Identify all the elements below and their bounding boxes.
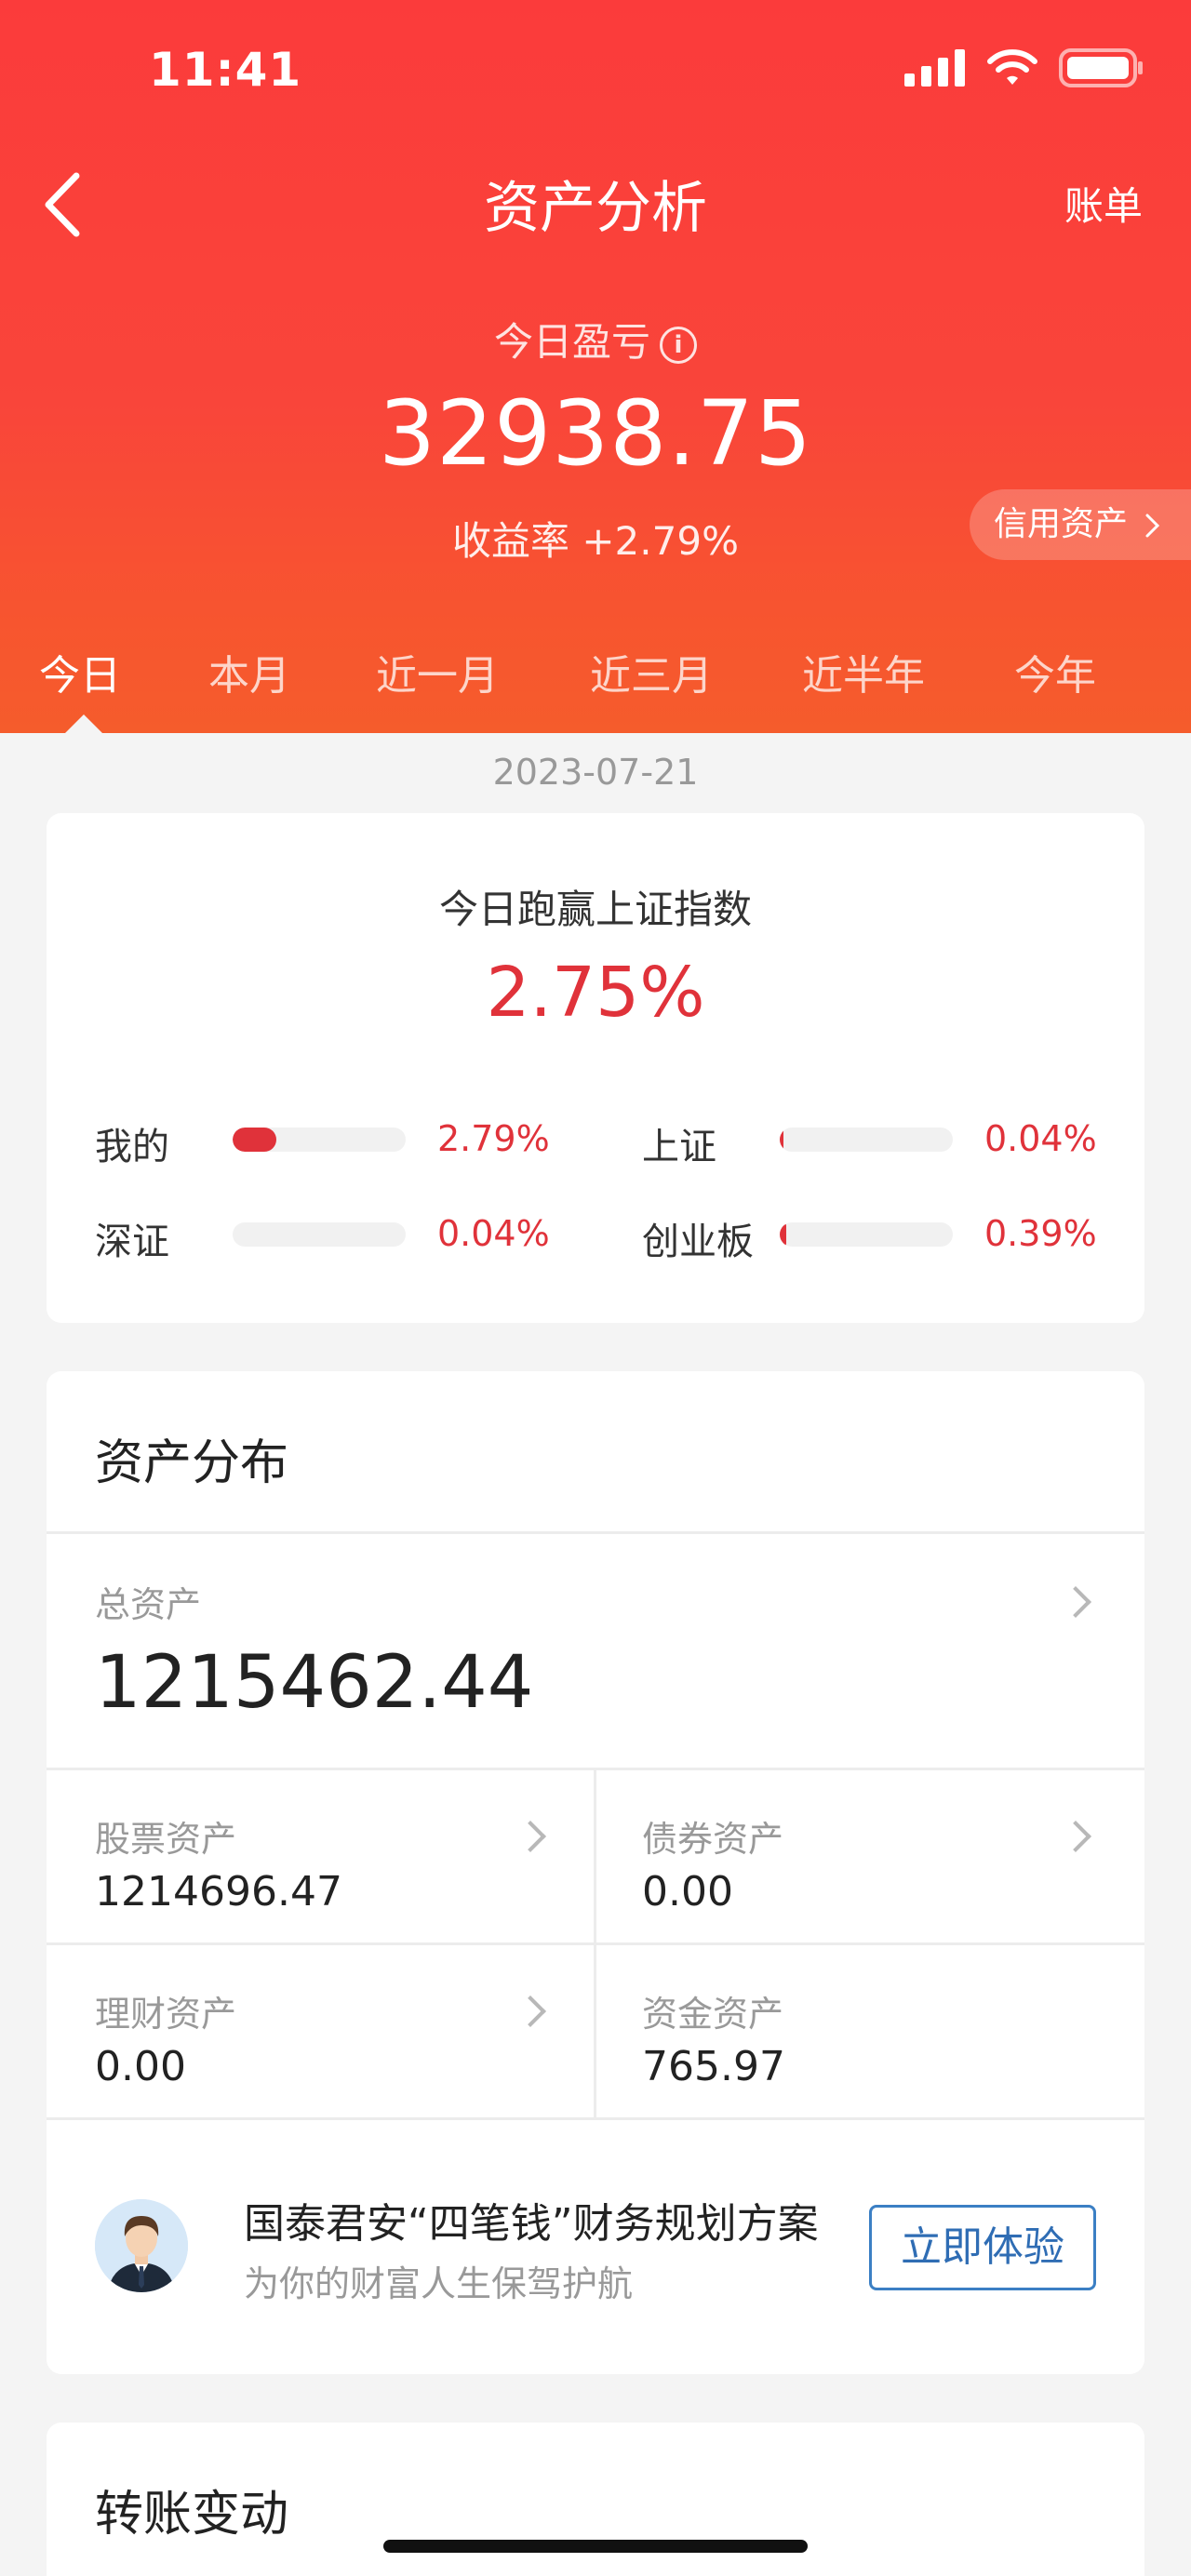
date-label: 2023-07-21 xyxy=(492,752,699,793)
compare-shanghai: 上证 0.04% xyxy=(642,1116,1144,1168)
divider xyxy=(47,1531,1144,1534)
tab-last-three-months[interactable]: 近三月 xyxy=(590,642,713,701)
cash-assets-label: 资金资产 xyxy=(642,1994,784,2035)
page-title: 资产分析 xyxy=(484,176,707,241)
transfer-changes-title: 转账变动 xyxy=(95,2487,289,2543)
advisor-avatar xyxy=(95,2199,188,2292)
chevron-right-icon xyxy=(1060,1586,1091,1618)
tab-this-year[interactable]: 今年 xyxy=(1014,642,1096,701)
bond-assets-value: 0.00 xyxy=(642,1868,733,1915)
status-time: 11:41 xyxy=(149,43,302,97)
wealth-assets-value: 0.00 xyxy=(95,2043,186,2090)
period-tabs: 今日 本月 近一月 近三月 近半年 今年 xyxy=(0,642,1191,716)
compare-value: 0.04% xyxy=(437,1213,550,1254)
bond-assets-label: 债券资产 xyxy=(642,1819,784,1860)
compare-bar-fill xyxy=(780,1222,787,1247)
chevron-right-icon xyxy=(1145,514,1160,538)
beat-index-value: 2.75% xyxy=(486,953,705,1033)
tab-last-half-year[interactable]: 近半年 xyxy=(802,642,925,701)
beat-index-title: 今日跑赢上证指数 xyxy=(438,887,752,932)
cash-assets-value: 765.97 xyxy=(642,2043,785,2090)
wealth-assets-label: 理财资产 xyxy=(95,1994,237,2035)
promo-title: 国泰君安“四笔钱”财务规划方案 xyxy=(244,2200,819,2248)
wifi-icon xyxy=(987,49,1037,85)
stock-assets-label: 股票资产 xyxy=(95,1819,237,1860)
beat-index-card: 今日跑赢上证指数 2.75% 我的 2.79% 上证 0.04% 深证 0.04… xyxy=(47,813,1144,1323)
compare-value: 0.04% xyxy=(984,1118,1097,1159)
advisor-avatar-icon xyxy=(95,2199,188,2292)
compare-shenzhen: 深证 0.04% xyxy=(95,1211,597,1263)
divider xyxy=(47,2117,1144,2120)
compare-bar xyxy=(780,1128,953,1152)
header: 11:41 资产分析 账单 今日盈亏 i 32938.75 收益率 +2.79% … xyxy=(0,0,1191,733)
home-indicator xyxy=(383,2540,808,2553)
compare-value: 2.79% xyxy=(437,1118,550,1159)
compare-chinext: 创业板 0.39% xyxy=(642,1211,1144,1263)
today-pl-label-text: 今日盈亏 xyxy=(493,319,650,365)
today-pl-label: 今日盈亏 i xyxy=(0,311,1191,367)
total-assets-label: 总资产 xyxy=(95,1584,202,1625)
signal-icon xyxy=(904,49,965,87)
status-icons xyxy=(904,48,1144,87)
asset-distribution-title: 资产分布 xyxy=(95,1435,289,1491)
tab-today[interactable]: 今日 xyxy=(39,642,121,701)
chevron-right-icon xyxy=(515,1995,546,2027)
total-assets-value: 1215462.44 xyxy=(95,1641,534,1725)
stock-assets-value: 1214696.47 xyxy=(95,1868,342,1915)
compare-label: 深证 xyxy=(95,1221,169,1263)
try-now-button[interactable]: 立即体验 xyxy=(869,2205,1096,2290)
tab-indicator xyxy=(65,714,102,733)
transfer-changes-card: 转账变动 xyxy=(47,2423,1144,2576)
chevron-right-icon xyxy=(1060,1821,1091,1852)
compare-bar-fill xyxy=(780,1128,783,1152)
compare-bar xyxy=(780,1222,953,1247)
tab-this-month[interactable]: 本月 xyxy=(208,642,290,701)
compare-bar-fill xyxy=(233,1128,276,1152)
asset-distribution-card: 资产分布 总资产 1215462.44 股票资产 1214696.47 债券资产… xyxy=(47,1371,1144,2374)
compare-bar xyxy=(233,1128,406,1152)
credit-assets-label: 信用资产 xyxy=(994,505,1129,543)
divider xyxy=(47,1942,1144,1945)
compare-mine: 我的 2.79% xyxy=(95,1116,597,1168)
compare-label: 创业板 xyxy=(642,1221,754,1263)
today-pl-value: 32938.75 xyxy=(378,381,813,486)
compare-label: 我的 xyxy=(95,1126,169,1168)
compare-bar xyxy=(233,1222,406,1247)
compare-label: 上证 xyxy=(642,1126,716,1168)
compare-value: 0.39% xyxy=(984,1213,1097,1254)
chevron-right-icon xyxy=(515,1821,546,1852)
tab-last-month[interactable]: 近一月 xyxy=(376,642,499,701)
bill-link[interactable]: 账单 xyxy=(1064,175,1143,232)
promo-subtitle: 为你的财富人生保驾护航 xyxy=(244,2263,634,2304)
credit-assets-button[interactable]: 信用资产 xyxy=(970,489,1191,560)
battery-icon xyxy=(1059,48,1143,87)
info-icon[interactable]: i xyxy=(660,326,697,364)
